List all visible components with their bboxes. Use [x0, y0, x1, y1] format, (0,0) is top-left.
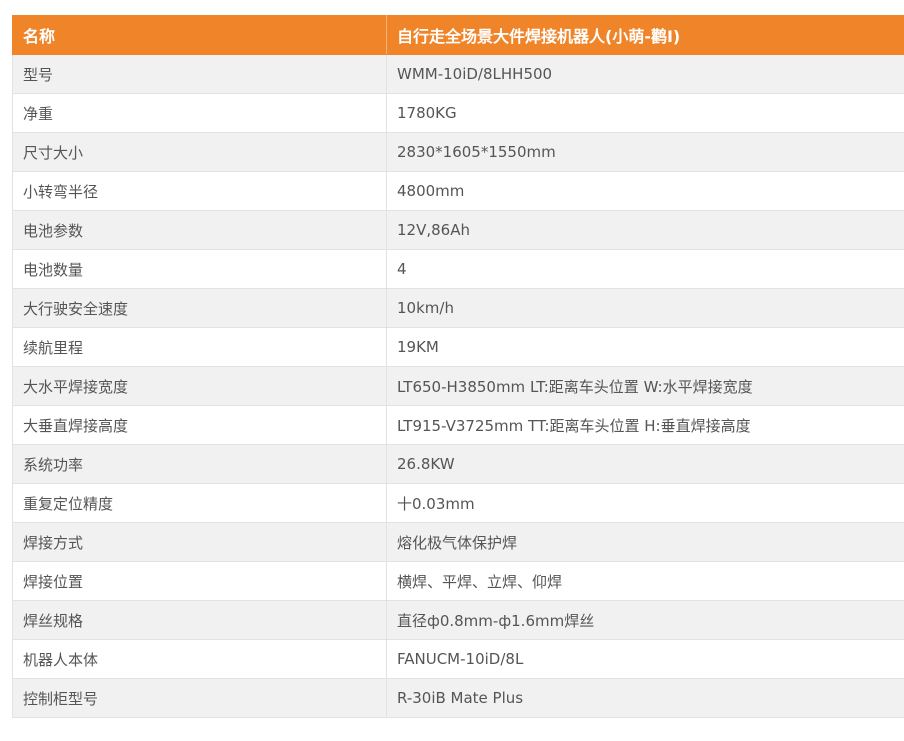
spec-label: 电池参数: [12, 210, 387, 250]
spec-value: 1780KG: [386, 93, 904, 133]
table-row: 小转弯半径 4800mm: [12, 171, 904, 211]
table-row: 型号 WMM-10iD/8LHH500: [12, 54, 904, 94]
table-row: 控制柜型号 R-30iB Mate Plus: [12, 678, 904, 718]
spec-label: 小转弯半径: [12, 171, 387, 211]
table-body: 型号 WMM-10iD/8LHH500 净重 1780KG 尺寸大小 2830*160…: [12, 54, 904, 718]
spec-value: 2830*1605*1550mm: [386, 132, 904, 172]
spec-value: 12V,86Ah: [386, 210, 904, 250]
header-name-label: 名称: [12, 15, 387, 55]
spec-label: 尺寸大小: [12, 132, 387, 172]
table-row: 焊接位置 横焊、平焊、立焊、仰焊: [12, 561, 904, 601]
spec-label: 焊接位置: [12, 561, 387, 601]
table-row: 焊丝规格 直径ф0.8mm-ф1.6mm焊丝: [12, 600, 904, 640]
spec-value: 十0.03mm: [386, 483, 904, 523]
table-row: 大行驶安全速度 10km/h: [12, 288, 904, 328]
table-row: 系统功率 26.8KW: [12, 444, 904, 484]
spec-value: FANUCM-10iD/8L: [386, 639, 904, 679]
table-row: 净重 1780KG: [12, 93, 904, 133]
table-row: 尺寸大小 2830*1605*1550mm: [12, 132, 904, 172]
spec-value: 熔化极气体保护焊: [386, 522, 904, 562]
spec-value: 直径ф0.8mm-ф1.6mm焊丝: [386, 600, 904, 640]
spec-label: 大行驶安全速度: [12, 288, 387, 328]
spec-table: 名称 自行走全场景大件焊接机器人(小萌-鹳I) 型号 WMM-10iD/8LHH5…: [12, 15, 904, 718]
table-row: 电池数量 4: [12, 249, 904, 289]
spec-label: 控制柜型号: [12, 678, 387, 718]
spec-label: 机器人本体: [12, 639, 387, 679]
spec-label: 续航里程: [12, 327, 387, 367]
spec-label: 大垂直焊接高度: [12, 405, 387, 445]
table-row: 大垂直焊接高度 LT915-V3725mm TT:距离车头位置 H:垂直焊接高度: [12, 405, 904, 445]
spec-label: 重复定位精度: [12, 483, 387, 523]
table-row: 焊接方式 熔化极气体保护焊: [12, 522, 904, 562]
table-header: 名称 自行走全场景大件焊接机器人(小萌-鹳I): [12, 15, 904, 55]
spec-label: 焊丝规格: [12, 600, 387, 640]
table-row: 大水平焊接宽度 LT650-H3850mm LT:距离车头位置 W:水平焊接宽度: [12, 366, 904, 406]
spec-value: 4: [386, 249, 904, 289]
header-row: 名称 自行走全场景大件焊接机器人(小萌-鹳I): [12, 15, 904, 55]
spec-label: 系统功率: [12, 444, 387, 484]
spec-value: 26.8KW: [386, 444, 904, 484]
spec-label: 大水平焊接宽度: [12, 366, 387, 406]
spec-value: WMM-10iD/8LHH500: [386, 54, 904, 94]
table-row: 电池参数 12V,86Ah: [12, 210, 904, 250]
spec-value: R-30iB Mate Plus: [386, 678, 904, 718]
spec-label: 电池数量: [12, 249, 387, 289]
spec-label: 净重: [12, 93, 387, 133]
spec-value: LT650-H3850mm LT:距离车头位置 W:水平焊接宽度: [386, 366, 904, 406]
spec-value: 19KM: [386, 327, 904, 367]
table-row: 重复定位精度 十0.03mm: [12, 483, 904, 523]
spec-value: LT915-V3725mm TT:距离车头位置 H:垂直焊接高度: [386, 405, 904, 445]
table-row: 机器人本体 FANUCM-10iD/8L: [12, 639, 904, 679]
spec-value: 10km/h: [386, 288, 904, 328]
spec-value: 4800mm: [386, 171, 904, 211]
spec-label: 型号: [12, 54, 387, 94]
table-row: 续航里程 19KM: [12, 327, 904, 367]
spec-label: 焊接方式: [12, 522, 387, 562]
spec-value: 横焊、平焊、立焊、仰焊: [386, 561, 904, 601]
header-product-name: 自行走全场景大件焊接机器人(小萌-鹳I): [386, 15, 904, 55]
